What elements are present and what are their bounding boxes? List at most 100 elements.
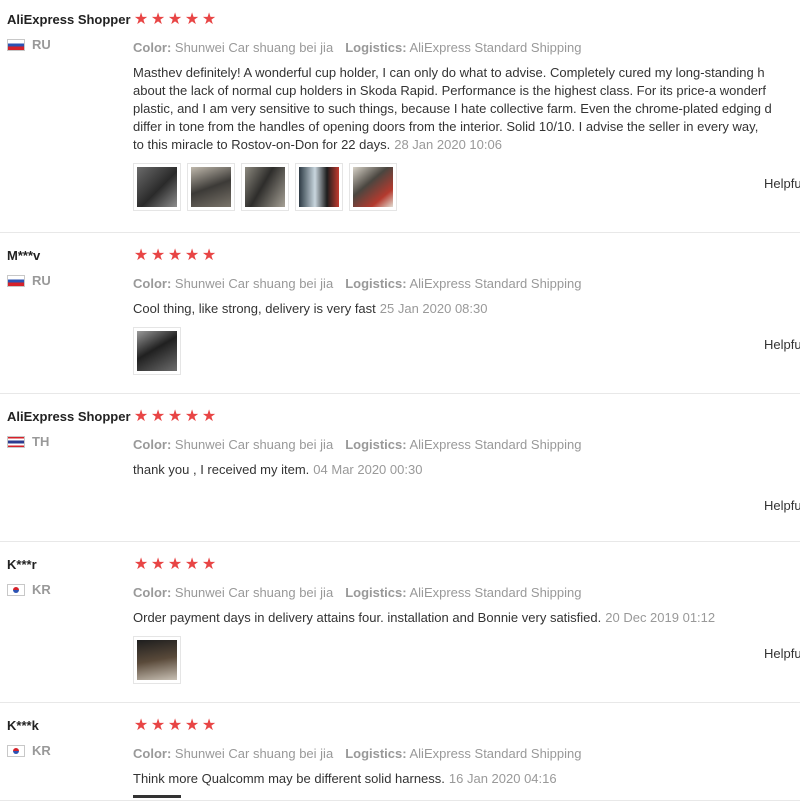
star-icon: ★ xyxy=(201,247,217,264)
star-rating: ★ ★ ★ ★ ★ xyxy=(133,718,800,734)
review-text: Masthev definitely! A wonderful cup hold… xyxy=(133,64,800,154)
review-photo-thumbnail[interactable] xyxy=(133,163,181,211)
reviewer-country: KR xyxy=(7,582,133,597)
star-rating: ★ ★ ★ ★ ★ xyxy=(133,248,800,264)
color-value: Shunwei Car shuang bei jia xyxy=(174,585,334,600)
order-info: Color: Shunwei Car shuang bei jia Logisti… xyxy=(133,585,800,600)
review-date: 28 Jan 2020 10:06 xyxy=(394,137,502,152)
review-photos xyxy=(133,327,800,375)
star-icon: ★ xyxy=(167,11,183,28)
reviewer-name: K***r xyxy=(7,557,37,572)
review-item: M***v RU ★ ★ ★ ★ ★ Color: Shunwei Car shuang… xyxy=(0,232,800,394)
star-icon: ★ xyxy=(133,408,149,425)
review-content: ★ ★ ★ ★ ★ Color: Shunwei Car shuang bei jia L… xyxy=(133,718,800,788)
review-text: Cool thing, like strong, delivery is ver… xyxy=(133,300,800,318)
logistics-value: AliExpress Standard Shipping xyxy=(409,437,582,452)
star-icon: ★ xyxy=(150,717,166,734)
helpful-button[interactable]: Helpful xyxy=(764,498,800,513)
logistics-value: AliExpress Standard Shipping xyxy=(409,276,582,291)
color-label: Color: xyxy=(133,40,172,55)
star-icon: ★ xyxy=(133,247,149,264)
review-item: AliExpress Shopper TH ★ ★ ★ ★ ★ Color: Shunw… xyxy=(0,393,800,542)
review-photo-thumbnail[interactable] xyxy=(133,636,181,684)
reviewer-info: AliExpress Shopper TH xyxy=(7,409,133,449)
reviewer-info: K***k KR xyxy=(7,718,133,758)
review-item: K***k KR ★ ★ ★ ★ ★ Color: Shunwei Car shuang… xyxy=(0,702,800,801)
star-rating: ★ ★ ★ ★ ★ xyxy=(133,409,800,425)
logistics-value: AliExpress Standard Shipping xyxy=(409,585,582,600)
star-icon: ★ xyxy=(150,556,166,573)
helpful-button[interactable]: Helpful xyxy=(764,176,800,191)
review-content: ★ ★ ★ ★ ★ Color: Shunwei Car shuang bei jia L… xyxy=(133,557,800,684)
review-photo-thumbnail[interactable] xyxy=(133,327,181,375)
helpful-button[interactable]: Helpful xyxy=(764,646,800,661)
review-date: 25 Jan 2020 08:30 xyxy=(379,301,488,316)
logistics-label: Logistics: xyxy=(345,276,407,291)
reviewer-name: M***v xyxy=(7,248,41,263)
review-text-line: Masthev definitely! A wonderful cup hold… xyxy=(133,65,765,80)
review-text-line: plastic, and I am very sensitive to such… xyxy=(133,101,772,116)
order-info: Color: Shunwei Car shuang bei jia Logisti… xyxy=(133,746,800,761)
color-value: Shunwei Car shuang bei jia xyxy=(174,40,334,55)
review-text: thank you , I received my item. 04 Mar 20… xyxy=(133,461,800,479)
country-code: TH xyxy=(32,434,50,449)
review-date: 04 Mar 2020 00:30 xyxy=(313,462,423,477)
reviewer-country: RU xyxy=(7,273,133,288)
review-photo-thumbnail[interactable] xyxy=(241,163,289,211)
star-icon: ★ xyxy=(133,11,149,28)
color-label: Color: xyxy=(133,585,172,600)
review-text-line: about the lack of normal cup holders in … xyxy=(133,83,766,98)
order-info: Color: Shunwei Car shuang bei jia Logisti… xyxy=(133,276,800,291)
review-item: AliExpress Shopper RU ★ ★ ★ ★ ★ Color: Shunw… xyxy=(0,0,800,233)
reviewer-name: K***k xyxy=(7,718,39,733)
reviewer-info: K***r KR xyxy=(7,557,133,597)
review-text-line: thank you , I received my item. xyxy=(133,462,310,477)
star-icon: ★ xyxy=(201,408,217,425)
color-label: Color: xyxy=(133,437,172,452)
south-korea-flag-icon xyxy=(7,583,25,596)
review-photos xyxy=(133,636,800,684)
review-content: ★ ★ ★ ★ ★ Color: Shunwei Car shuang bei jia L… xyxy=(133,248,800,375)
star-icon: ★ xyxy=(167,247,183,264)
star-icon: ★ xyxy=(150,247,166,264)
color-label: Color: xyxy=(133,276,172,291)
color-value: Shunwei Car shuang bei jia xyxy=(174,276,334,291)
star-icon: ★ xyxy=(167,408,183,425)
star-icon: ★ xyxy=(184,556,200,573)
review-text-line: differ in tone from the handles of openi… xyxy=(133,119,759,134)
review-date: 16 Jan 2020 04:16 xyxy=(448,771,557,786)
logistics-label: Logistics: xyxy=(345,746,407,761)
review-photo-thumbnail[interactable] xyxy=(295,163,343,211)
review-content: ★ ★ ★ ★ ★ Color: Shunwei Car shuang bei jia L… xyxy=(133,12,800,211)
review-text-line: Order payment days in delivery attains f… xyxy=(133,610,602,625)
logistics-value: AliExpress Standard Shipping xyxy=(409,746,582,761)
review-text-line: to this miracle to Rostov-on-Don for 22 … xyxy=(133,137,391,152)
review-date: 20 Dec 2019 01:12 xyxy=(605,610,716,625)
star-icon: ★ xyxy=(184,408,200,425)
helpful-button[interactable]: Helpful xyxy=(764,337,800,352)
review-text-line: Cool thing, like strong, delivery is ver… xyxy=(133,301,376,316)
star-icon: ★ xyxy=(133,717,149,734)
order-info: Color: Shunwei Car shuang bei jia Logisti… xyxy=(133,437,800,452)
star-icon: ★ xyxy=(201,11,217,28)
star-icon: ★ xyxy=(184,11,200,28)
review-photo-thumbnail[interactable] xyxy=(349,163,397,211)
star-icon: ★ xyxy=(150,11,166,28)
star-icon: ★ xyxy=(201,717,217,734)
country-code: RU xyxy=(32,273,51,288)
review-content: ★ ★ ★ ★ ★ Color: Shunwei Car shuang bei jia L… xyxy=(133,409,800,479)
reviewer-info: AliExpress Shopper RU xyxy=(7,12,133,52)
logistics-label: Logistics: xyxy=(345,585,407,600)
russia-flag-icon xyxy=(7,38,25,51)
star-rating: ★ ★ ★ ★ ★ xyxy=(133,12,800,28)
reviewer-name: AliExpress Shopper xyxy=(7,409,131,424)
review-text: Order payment days in delivery attains f… xyxy=(133,609,800,627)
review-photo-thumbnail[interactable] xyxy=(187,163,235,211)
star-icon: ★ xyxy=(184,717,200,734)
logistics-label: Logistics: xyxy=(345,40,407,55)
review-photos xyxy=(133,163,800,211)
country-code: KR xyxy=(32,743,51,758)
logistics-label: Logistics: xyxy=(345,437,407,452)
country-code: RU xyxy=(32,37,51,52)
color-label: Color: xyxy=(133,746,172,761)
